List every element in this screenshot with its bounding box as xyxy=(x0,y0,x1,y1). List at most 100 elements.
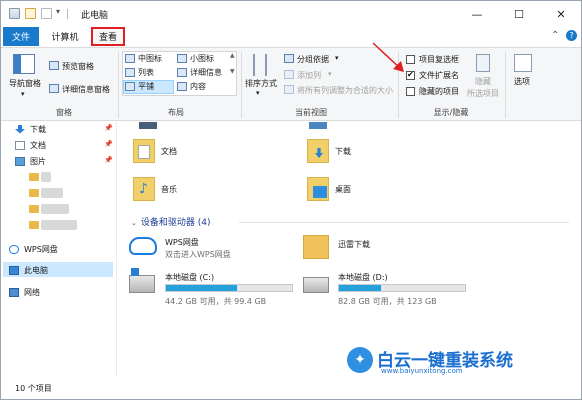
small-icons-icon xyxy=(177,54,187,63)
folder-desktop[interactable]: 桌面 xyxy=(307,177,351,201)
medium-icons-icon xyxy=(125,54,135,63)
ribbon-view: 导航窗格 ▾ 预览窗格 详细信息窗格 窗格 中图标 小图标 列表 详细信息 平铺… xyxy=(1,47,581,121)
layout-content[interactable]: 内容 xyxy=(190,81,206,92)
nav-documents-label: 文档 xyxy=(30,140,46,150)
download-arrow-icon xyxy=(15,124,25,134)
folder-downloads[interactable]: 下载 xyxy=(307,139,351,163)
nav-pictures[interactable]: 图片 xyxy=(15,154,46,168)
minimize-button[interactable]: — xyxy=(456,1,498,27)
folder-documents-label: 文档 xyxy=(161,146,177,156)
maximize-button[interactable]: ☐ xyxy=(498,1,540,27)
gallery-scroll-up-icon[interactable]: ▲ xyxy=(230,52,235,59)
blurred-folder-name[interactable] xyxy=(41,188,63,198)
blurred-folder-name[interactable] xyxy=(41,220,77,230)
drive-c-sub: 44.2 GB 可用，共 99.4 GB xyxy=(165,297,267,306)
drive-d-name[interactable]: 本地磁盘 (D:) xyxy=(338,272,388,283)
new-doc-icon[interactable] xyxy=(41,8,52,19)
hide-selected-icon xyxy=(476,54,490,72)
details-pane-button[interactable]: 详细信息窗格 xyxy=(62,84,110,95)
item-checkboxes-label: 项目复选框 xyxy=(419,55,459,64)
sort-by-button[interactable]: 排序方式 xyxy=(245,78,277,89)
nav-downloads[interactable]: 下载 xyxy=(15,122,46,136)
content-icon xyxy=(177,82,187,91)
pin-icon[interactable]: 📌 xyxy=(104,140,113,148)
nav-this-pc[interactable]: 此电脑 xyxy=(9,263,48,277)
tab-computer[interactable]: 计算机 xyxy=(45,27,85,46)
nav-network-label: 网络 xyxy=(24,287,40,297)
file-extensions-checkbox[interactable] xyxy=(406,70,415,80)
nav-documents[interactable]: 文档 xyxy=(15,138,46,152)
fit-columns-icon xyxy=(284,85,294,94)
layout-group-label: 布局 xyxy=(168,108,184,117)
group-by-button[interactable]: 分组依据 xyxy=(297,54,329,65)
ribbon-separator xyxy=(241,52,242,118)
preview-pane-button[interactable]: 预览窗格 xyxy=(62,61,94,72)
gallery-scroll-down-icon[interactable]: ▼ xyxy=(230,68,235,75)
xunlei-drive-name[interactable]: 迅雷下载 xyxy=(338,239,370,250)
add-columns-dropdown-icon[interactable]: ▾ xyxy=(328,70,332,78)
navigation-pane: 下载 📌 文档 📌 图片 📌 WPS网盘 此电脑 网络 xyxy=(1,122,116,377)
edit-icon[interactable] xyxy=(25,8,36,19)
folder-music[interactable]: ♪ 音乐 xyxy=(133,177,177,201)
hide-selected-sub: 所选项目 xyxy=(467,89,499,98)
tab-file[interactable]: 文件 xyxy=(3,27,39,46)
tab-view[interactable]: 查看 xyxy=(91,27,125,46)
ribbon-separator xyxy=(118,52,119,118)
properties-icon[interactable] xyxy=(9,8,20,19)
computer-icon xyxy=(9,265,19,275)
folder-documents[interactable]: 文档 xyxy=(133,139,177,163)
drive-d-usage-bar xyxy=(338,284,466,292)
fit-columns-button[interactable]: 将所有列调整为合适的大小 xyxy=(297,85,393,96)
nav-network[interactable]: 网络 xyxy=(9,285,40,299)
list-icon xyxy=(125,68,135,77)
layout-small-icons[interactable]: 小图标 xyxy=(190,53,214,64)
blurred-folder-name[interactable] xyxy=(41,172,51,182)
layout-medium-icons[interactable]: 中图标 xyxy=(138,53,162,64)
nav-pane-dropdown-icon[interactable]: ▾ xyxy=(21,90,25,98)
customize-toolbar-icon[interactable]: ▾ xyxy=(56,7,60,16)
folder-icon xyxy=(29,173,39,181)
desktop-folder-icon xyxy=(307,177,329,201)
devices-section-header[interactable]: ⌄ 设备和驱动器 (4) xyxy=(131,215,211,228)
collapse-ribbon-icon[interactable]: ⌃ xyxy=(551,30,559,41)
options-button[interactable]: 选项 xyxy=(514,76,530,87)
documents-folder-icon xyxy=(133,139,155,163)
drive-c-name[interactable]: 本地磁盘 (C:) xyxy=(165,272,214,283)
watermark-url: www.baiyunxitong.com xyxy=(381,367,463,375)
downloads-folder-icon xyxy=(307,139,329,163)
hide-selected-button[interactable]: 隐藏 xyxy=(475,76,491,87)
windows-drive-icon xyxy=(129,268,155,293)
show-hide-group-label: 显示/隐藏 xyxy=(433,108,469,117)
window-title: 此电脑 xyxy=(81,11,109,21)
nav-wps[interactable]: WPS网盘 xyxy=(9,242,58,256)
item-checkboxes-checkbox[interactable] xyxy=(406,55,415,64)
picture-icon xyxy=(15,156,25,166)
layout-details[interactable]: 详细信息 xyxy=(190,67,222,78)
partial-item-icon xyxy=(309,122,327,129)
blurred-folder-name[interactable] xyxy=(41,204,69,214)
sort-dropdown-icon[interactable]: ▾ xyxy=(256,89,260,97)
group-by-dropdown-icon[interactable]: ▾ xyxy=(335,54,339,62)
layout-tiles[interactable]: 平铺 xyxy=(138,81,154,92)
pin-icon[interactable]: 📌 xyxy=(104,124,113,132)
wps-drive-name[interactable]: WPS网盘 xyxy=(165,237,199,248)
annotation-arrow xyxy=(372,42,404,72)
folder-desktop-label: 桌面 xyxy=(335,184,351,194)
drive-icon xyxy=(303,277,329,293)
drive-d-usage-fill xyxy=(339,285,381,291)
preview-pane-icon xyxy=(49,61,59,70)
help-icon[interactable]: ? xyxy=(566,30,577,41)
xunlei-folder-icon xyxy=(303,235,329,259)
hidden-items-checkbox[interactable] xyxy=(406,87,415,96)
cloud-icon xyxy=(9,244,19,254)
nav-pane-button[interactable]: 导航窗格 xyxy=(9,78,41,89)
drive-d-sub: 82.8 GB 可用，共 123 GB xyxy=(338,297,437,306)
pin-icon[interactable]: 📌 xyxy=(104,156,113,164)
close-button[interactable]: ✕ xyxy=(540,1,582,27)
pane-divider xyxy=(116,122,117,377)
folder-icon xyxy=(29,205,39,213)
hidden-items-label: 隐藏的项目 xyxy=(419,87,459,96)
add-columns-button[interactable]: 添加列 xyxy=(297,70,321,81)
network-icon xyxy=(9,287,19,297)
layout-list[interactable]: 列表 xyxy=(138,67,154,78)
